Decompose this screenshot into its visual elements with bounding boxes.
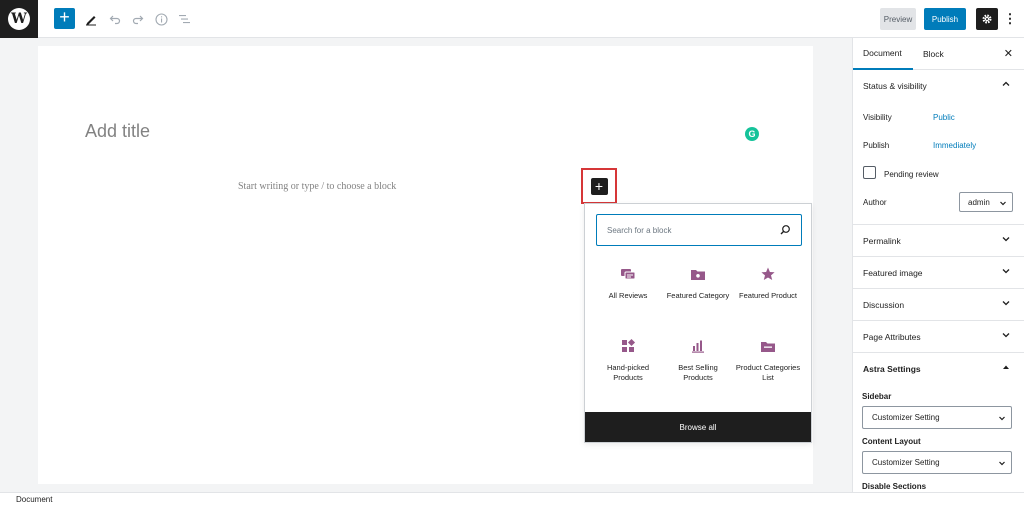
sidebar-setting-label: Sidebar xyxy=(862,392,892,401)
visibility-label: Visibility xyxy=(863,113,892,122)
inline-add-block-button[interactable]: + xyxy=(590,177,608,195)
add-block-button[interactable]: + xyxy=(54,8,75,29)
panel-title: Permalink xyxy=(863,236,901,246)
author-select[interactable]: admin xyxy=(959,192,1013,212)
folder-star-icon xyxy=(691,270,705,280)
redo-icon xyxy=(132,15,144,25)
panel-discussion[interactable]: Discussion xyxy=(853,289,1024,321)
block-item-best-selling-products[interactable]: Best Selling Products xyxy=(663,338,733,398)
panel-permalink[interactable]: Permalink xyxy=(853,225,1024,257)
sidebar-tabs: Document Block ✕ xyxy=(853,38,1024,70)
chevron-down-icon xyxy=(1002,269,1010,274)
pending-review-checkbox[interactable] xyxy=(863,166,876,179)
tab-document[interactable]: Document xyxy=(853,38,913,70)
grammarly-icon[interactable]: G xyxy=(745,127,759,141)
panel-title: Page Attributes xyxy=(863,332,921,342)
block-item-product-categories-list[interactable]: Product Categories List xyxy=(733,338,803,398)
panel-astra-settings[interactable]: Astra Settings xyxy=(853,353,1024,385)
tools-button[interactable] xyxy=(80,8,102,30)
block-item-all-reviews[interactable]: All Reviews xyxy=(593,266,663,326)
content-layout-select[interactable]: Customizer Setting xyxy=(862,451,1012,474)
reviews-icon xyxy=(621,269,636,280)
redo-button[interactable] xyxy=(127,8,149,30)
block-inserter-popover: All Reviews Featured Category Featured P… xyxy=(584,203,812,443)
block-item-hand-picked-products[interactable]: Hand-picked Products xyxy=(593,338,663,398)
editor-toolbar: W + Preview Publish ⋮ xyxy=(0,0,1024,38)
settings-button[interactable] xyxy=(976,8,998,30)
chevron-down-icon xyxy=(1002,237,1010,242)
list-outline-icon xyxy=(178,15,190,24)
grid-icon xyxy=(622,338,636,352)
block-item-featured-product[interactable]: Featured Product xyxy=(733,266,803,326)
content-info-button[interactable] xyxy=(150,8,172,30)
block-item-label: Hand-picked Products xyxy=(606,363,650,382)
chevron-down-icon xyxy=(1002,333,1010,338)
close-sidebar-button[interactable]: ✕ xyxy=(1004,47,1013,60)
chevron-down-icon xyxy=(1002,301,1010,306)
panel-featured-image[interactable]: Featured image xyxy=(853,257,1024,289)
browse-all-button[interactable]: Browse all xyxy=(585,412,811,442)
gear-icon xyxy=(982,14,992,24)
block-navigation-button[interactable] xyxy=(173,8,195,30)
breadcrumb-document[interactable]: Document xyxy=(16,495,52,504)
block-search-input[interactable] xyxy=(597,215,767,245)
panel-title: Astra Settings xyxy=(863,364,921,374)
author-label: Author xyxy=(863,198,887,207)
select-value: Customizer Setting xyxy=(872,413,940,422)
panel-title: Status & visibility xyxy=(863,81,927,91)
bar-chart-icon xyxy=(692,340,704,353)
inline-inserter-highlight: + xyxy=(581,168,617,204)
wordpress-logo-button[interactable]: W xyxy=(0,0,38,38)
tab-block[interactable]: Block xyxy=(923,38,963,70)
disable-sections-label: Disable Sections xyxy=(862,482,927,491)
block-placeholder-paragraph[interactable]: Start writing or type / to choose a bloc… xyxy=(238,181,396,192)
caret-up-icon xyxy=(1003,365,1009,369)
chevron-up-icon xyxy=(1002,81,1010,86)
wordpress-logo-icon: W xyxy=(8,8,30,30)
block-item-label: Best Selling Products xyxy=(678,363,718,382)
more-menu-button[interactable]: ⋮ xyxy=(1004,8,1017,30)
undo-icon xyxy=(109,15,121,25)
block-search-box xyxy=(596,214,802,246)
block-item-label: Product Categories List xyxy=(735,363,801,382)
block-item-featured-category[interactable]: Featured Category xyxy=(663,266,733,326)
pending-review-label: Pending review xyxy=(884,170,939,179)
settings-sidebar: Document Block ✕ Status & visibility Vis… xyxy=(852,38,1024,492)
folder-list-icon xyxy=(761,342,775,352)
publish-date-toggle[interactable]: Immediately xyxy=(933,141,976,150)
pencil-icon xyxy=(86,16,96,26)
undo-button[interactable] xyxy=(104,8,126,30)
preview-button[interactable]: Preview xyxy=(880,8,916,30)
block-breadcrumb-bar: Document xyxy=(0,492,1024,506)
sidebar-layout-select[interactable]: Customizer Setting xyxy=(862,406,1012,429)
author-select-value: admin xyxy=(968,197,990,207)
post-title-input[interactable]: Add title xyxy=(85,121,150,142)
panel-title: Featured image xyxy=(863,268,923,278)
search-icon[interactable] xyxy=(779,224,791,236)
content-layout-label: Content Layout xyxy=(862,437,921,446)
panel-title: Discussion xyxy=(863,300,905,310)
select-value: Customizer Setting xyxy=(872,458,940,467)
chevron-down-icon xyxy=(1000,201,1006,206)
publish-button[interactable]: Publish xyxy=(924,8,966,30)
chevron-down-icon xyxy=(999,416,1005,421)
block-item-label: Featured Product xyxy=(739,291,797,300)
info-icon xyxy=(154,12,168,26)
panel-page-attributes[interactable]: Page Attributes xyxy=(853,321,1024,353)
panel-status-visibility[interactable]: Status & visibility xyxy=(853,70,1024,102)
publish-label: Publish xyxy=(863,141,890,150)
chevron-down-icon xyxy=(999,461,1005,466)
visibility-toggle[interactable]: Public xyxy=(933,113,955,122)
star-icon xyxy=(761,267,775,280)
block-item-label: Featured Category xyxy=(666,291,730,300)
block-item-label: All Reviews xyxy=(608,291,648,300)
